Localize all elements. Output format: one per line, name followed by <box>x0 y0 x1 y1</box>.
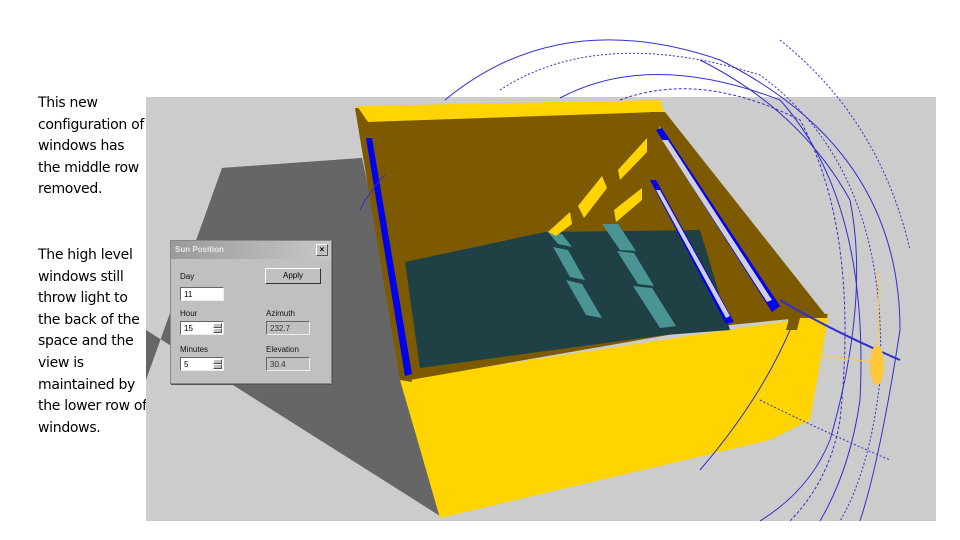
minutes-spinner[interactable] <box>213 359 222 369</box>
sun-icon[interactable] <box>870 345 884 385</box>
hour-label: Hour <box>180 309 198 318</box>
azimuth-label: Azimuth <box>266 309 295 318</box>
sun-path-scene <box>146 39 911 522</box>
hour-value: 15 <box>184 324 193 333</box>
elevation-field: 30.4 <box>266 357 310 371</box>
elevation-label: Elevation <box>266 345 299 354</box>
spin-down-icon[interactable] <box>213 364 222 369</box>
day-label: Day <box>180 272 195 281</box>
hour-spinner[interactable] <box>213 323 222 333</box>
minutes-label: Minutes <box>180 345 209 354</box>
sun-position-dialog: Sun Position × Day 11 Apply Hour 15 Azim… <box>170 240 332 384</box>
day-input[interactable]: 11 <box>180 287 224 301</box>
hour-input[interactable]: 15 <box>180 321 224 335</box>
minutes-value: 5 <box>184 360 189 369</box>
azimuth-field: 232.7 <box>266 321 310 335</box>
dialog-titlebar[interactable]: Sun Position × <box>171 241 331 259</box>
dialog-title: Sun Position <box>175 245 224 254</box>
sun-ray-vertical <box>877 269 880 346</box>
sun-ray <box>814 354 876 363</box>
apply-button[interactable]: Apply <box>265 268 321 284</box>
close-icon[interactable]: × <box>316 244 328 256</box>
minutes-input[interactable]: 5 <box>180 357 224 371</box>
spin-down-icon[interactable] <box>213 328 222 333</box>
